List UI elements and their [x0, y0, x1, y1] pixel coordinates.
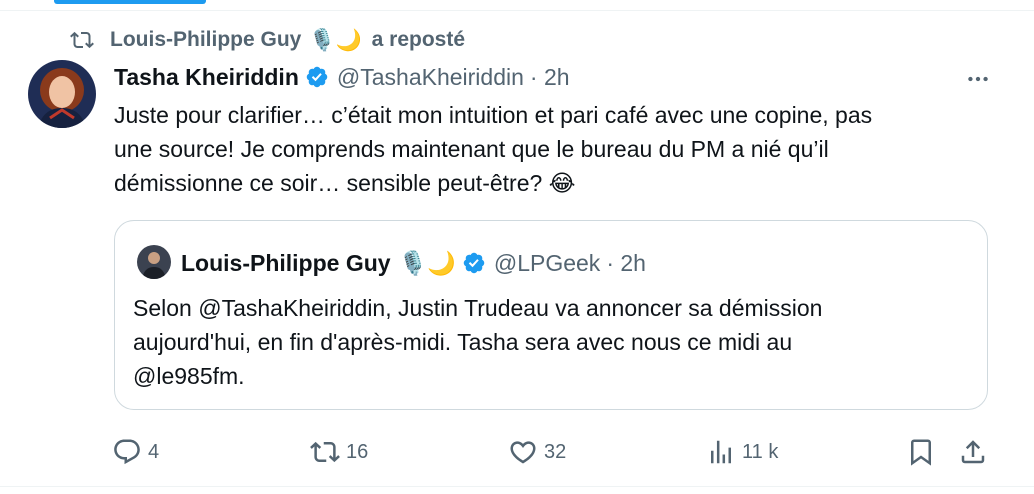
share-icon — [961, 440, 985, 464]
bottom-divider — [0, 486, 1034, 487]
tweet-time[interactable]: · 2h — [530, 64, 570, 91]
like-icon — [510, 441, 536, 464]
action-bar: 4 16 32 11 k — [0, 432, 1034, 472]
like-button[interactable]: 32 — [508, 432, 566, 472]
tweet-header: Tasha Kheiriddin @TashaKheiriddin · 2h — [114, 62, 570, 92]
tweet-text-line: Juste pour clarifier… c’était mon intuit… — [114, 102, 873, 128]
verified-icon — [305, 65, 329, 89]
tweet-text-line: une source! Je comprends maintenant que … — [114, 136, 829, 162]
top-divider — [0, 10, 1034, 11]
active-tab-indicator — [54, 0, 206, 4]
tweet-text-line: démissionne ce soir… sensible peut-être?… — [114, 170, 576, 196]
quote-text-line: @le985fm. — [133, 363, 245, 389]
quote-header: Louis-Philippe Guy 🎙️🌙 @LPGeek · 2h — [181, 247, 646, 279]
more-icon[interactable] — [956, 64, 1000, 94]
avatar[interactable] — [28, 60, 96, 128]
reply-button[interactable]: 4 — [112, 432, 159, 472]
reposter-name[interactable]: Louis-Philippe Guy — [110, 28, 301, 52]
author-handle[interactable]: @TashaKheiriddin — [337, 64, 524, 91]
reply-icon — [114, 439, 140, 465]
reply-count: 4 — [148, 440, 160, 463]
repost-context[interactable]: Louis-Philippe Guy 🎙️🌙 a reposté — [70, 28, 465, 52]
repost-count: 16 — [346, 440, 369, 463]
quote-author-handle[interactable]: @LPGeek — [494, 250, 600, 277]
verified-icon — [462, 251, 486, 275]
reposter-emojis: 🎙️🌙 — [309, 27, 362, 52]
repost-button[interactable]: 16 — [310, 432, 368, 472]
views-button[interactable]: 11 k — [706, 432, 778, 472]
quote-text: Selon @TashaKheiriddin, Justin Trudeau v… — [133, 291, 973, 393]
quoted-tweet[interactable]: Louis-Philippe Guy 🎙️🌙 @LPGeek · 2h Selo… — [114, 220, 988, 410]
quote-author-name[interactable]: Louis-Philippe Guy — [181, 250, 391, 277]
tweet-text: Juste pour clarifier… c’était mon intuit… — [114, 98, 994, 200]
views-icon — [711, 440, 731, 464]
repost-icon — [310, 441, 340, 463]
like-count: 32 — [544, 440, 567, 463]
repost-icon — [70, 27, 96, 53]
bookmark-icon — [911, 439, 931, 466]
share-button[interactable] — [958, 432, 988, 472]
author-name[interactable]: Tasha Kheiriddin — [114, 64, 299, 91]
quote-author-emojis: 🎙️🌙 — [398, 250, 456, 277]
quote-time[interactable]: · 2h — [606, 250, 646, 277]
repost-suffix: a reposté — [371, 28, 466, 51]
quote-text-line: Selon @TashaKheiriddin, Justin Trudeau v… — [133, 295, 823, 321]
quote-text-line: aujourd'hui, en fin d'après-midi. Tasha … — [133, 329, 793, 355]
bookmark-button[interactable] — [906, 432, 936, 472]
views-count: 11 k — [742, 440, 779, 463]
quote-avatar[interactable] — [137, 245, 171, 279]
